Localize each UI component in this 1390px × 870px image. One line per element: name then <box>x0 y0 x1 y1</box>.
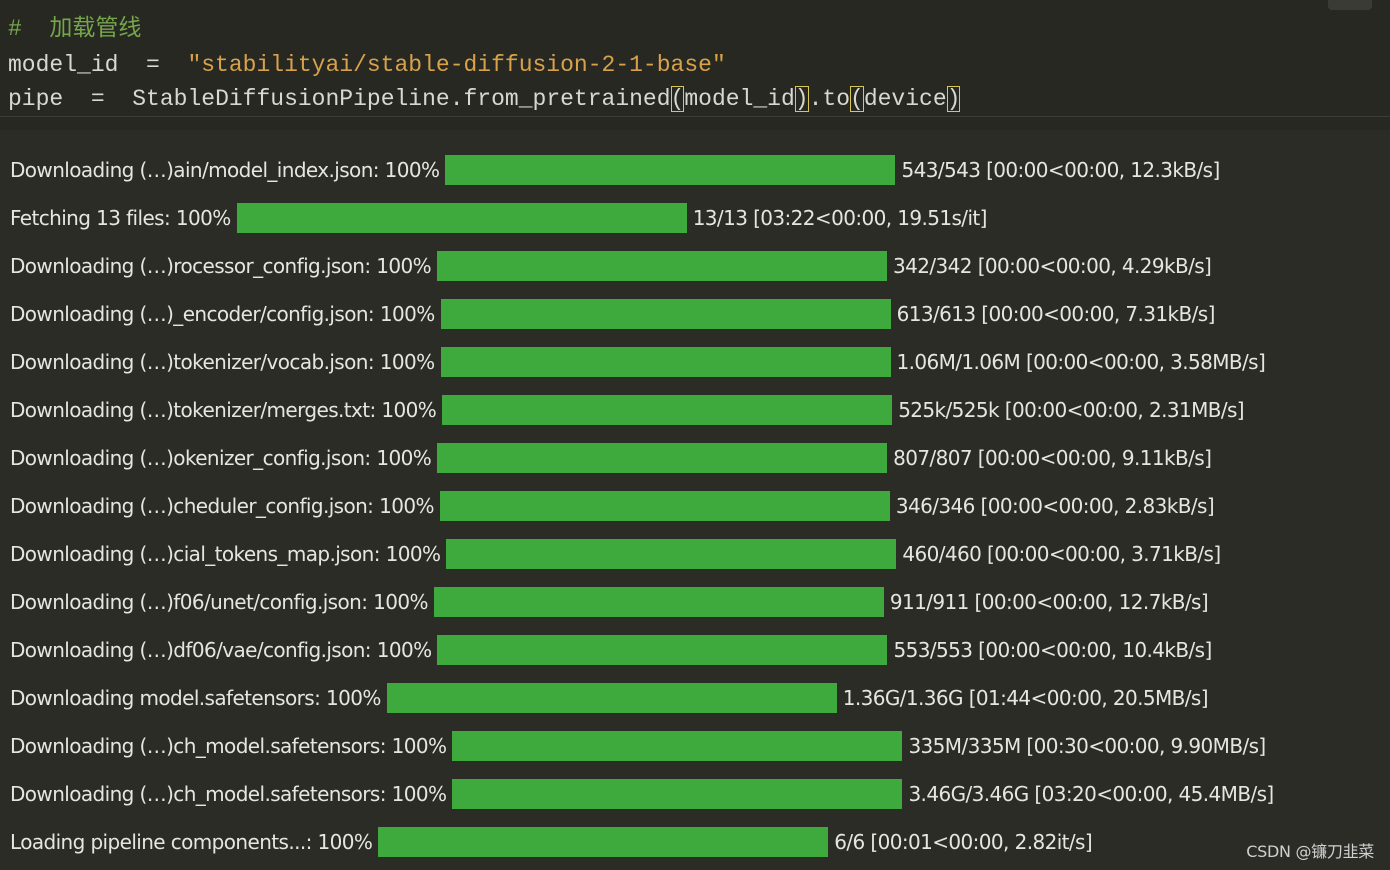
progress-stats: 613/613 [00:00<00:00, 7.31kB/s] <box>896 302 1216 326</box>
code-model-id-line: model_id = "stabilityai/stable-diffusion… <box>8 50 726 80</box>
progress-row: Downloading (…)tokenizer/vocab.json: 100… <box>10 346 1266 378</box>
model-id-string: "stabilityai/stable-diffusion-2-1-base" <box>187 52 726 78</box>
progress-bar-fill <box>440 347 891 377</box>
progress-row: Downloading (…)rocessor_config.json: 100… <box>10 250 1212 282</box>
progress-stats: 3.46G/3.46G [03:20<00:00, 45.4MB/s] <box>908 782 1274 806</box>
progress-bar <box>378 827 829 857</box>
progress-bar-fill <box>386 683 837 713</box>
progress-bar <box>439 491 890 521</box>
progress-row: Downloading model.safetensors: 100% 1.36G… <box>10 682 1209 714</box>
progress-label: Downloading (…)cheduler_config.json: 100… <box>10 494 434 518</box>
progress-label: Downloading (…)ch_model.safetensors: 100… <box>10 734 447 758</box>
progress-bar <box>445 155 896 185</box>
progress-stats: 6/6 [00:01<00:00, 2.82it/s] <box>834 830 1093 854</box>
progress-bar <box>437 443 888 473</box>
progress-stats: 335M/335M [00:30<00:00, 9.90MB/s] <box>908 734 1266 758</box>
progress-bar-fill <box>236 203 687 233</box>
progress-bar <box>437 251 888 281</box>
progress-bar-fill <box>452 731 903 761</box>
progress-row: Downloading (…)ch_model.safetensors: 100… <box>10 778 1274 810</box>
progress-bar-fill <box>437 443 888 473</box>
paren-open: ( <box>670 86 685 112</box>
progress-label: Downloading (…)okenizer_config.json: 100… <box>10 446 432 470</box>
paren-close: ) <box>794 86 809 112</box>
code-pipe-line: pipe = StableDiffusionPipeline.from_pret… <box>8 84 960 114</box>
progress-bar-fill <box>446 539 897 569</box>
progress-stats: 346/346 [00:00<00:00, 2.83kB/s] <box>895 494 1215 518</box>
to-paren-open: ( <box>850 86 864 112</box>
progress-row: Downloading (…)cial_tokens_map.json: 100… <box>10 538 1221 570</box>
progress-bar-fill <box>445 155 896 185</box>
progress-label: Downloading (…)cial_tokens_map.json: 100… <box>10 542 441 566</box>
progress-label: Downloading (…)tokenizer/vocab.json: 100… <box>10 350 435 374</box>
progress-bar <box>440 347 891 377</box>
assign-operator: = <box>146 52 160 78</box>
progress-stats: 13/13 [03:22<00:00, 19.51s/it] <box>692 206 988 230</box>
progress-label: Downloading model.safetensors: 100% <box>10 686 381 710</box>
progress-bar-fill <box>433 587 884 617</box>
progress-stats: 460/460 [00:00<00:00, 3.71kB/s] <box>902 542 1221 566</box>
progress-stats: 543/543 [00:00<00:00, 12.3kB/s] <box>901 158 1220 182</box>
progress-bar-fill <box>440 299 891 329</box>
progress-label: Downloading (…)rocessor_config.json: 100… <box>10 254 432 278</box>
progress-stats: 911/911 [00:00<00:00, 12.7kB/s] <box>889 590 1209 614</box>
progress-label: Fetching 13 files: 100% <box>10 206 231 230</box>
progress-stats: 807/807 [00:00<00:00, 9.11kB/s] <box>893 446 1212 470</box>
progress-label: Downloading (…)tokenizer/merges.txt: 100… <box>10 398 437 422</box>
progress-bar <box>442 395 893 425</box>
progress-row: Downloading (…)f06/unet/config.json: 100… <box>10 586 1209 618</box>
to-method: .to <box>808 86 851 112</box>
pipe-variable: pipe <box>8 86 64 112</box>
progress-row: Downloading (…)df06/vae/config.json: 100… <box>10 634 1212 666</box>
progress-stats: 342/342 [00:00<00:00, 4.29kB/s] <box>893 254 1212 278</box>
progress-row: Downloading (…)cheduler_config.json: 100… <box>10 490 1215 522</box>
progress-bar <box>433 587 884 617</box>
code-cell-divider <box>0 116 1390 117</box>
progress-row: Downloading (…)ain/model_index.json: 100… <box>10 154 1220 186</box>
progress-stats: 1.36G/1.36G [01:44<00:00, 20.5MB/s] <box>842 686 1209 710</box>
progress-label: Downloading (…)f06/unet/config.json: 100… <box>10 590 428 614</box>
progress-bar-fill <box>378 827 829 857</box>
progress-label: Loading pipeline components...: 100% <box>10 830 373 854</box>
watermark: CSDN @镰刀韭菜 <box>1246 842 1374 861</box>
progress-stats: 525k/525k [00:00<00:00, 2.31MB/s] <box>898 398 1245 422</box>
code-comment-line: # 加载管线 <box>8 14 141 44</box>
progress-bar <box>386 683 837 713</box>
progress-bar <box>452 731 903 761</box>
progress-row: Downloading (…)ch_model.safetensors: 100… <box>10 730 1266 762</box>
progress-bar-fill <box>439 491 890 521</box>
to-arg: device <box>863 86 947 112</box>
progress-bar <box>440 299 891 329</box>
progress-label: Downloading (…)_encoder/config.json: 100… <box>10 302 435 326</box>
progress-row: Downloading (…)_encoder/config.json: 100… <box>10 298 1215 330</box>
pipeline-call-arg: model_id <box>684 86 795 112</box>
progress-row: Downloading (…)okenizer_config.json: 100… <box>10 442 1212 474</box>
progress-bar <box>236 203 687 233</box>
pipe-assign-operator: = <box>90 86 105 112</box>
cell-toolbar-tab[interactable] <box>1328 0 1372 10</box>
progress-row: Loading pipeline components...: 100% 6/6 … <box>10 826 1093 858</box>
progress-label: Downloading (…)ain/model_index.json: 100… <box>10 158 440 182</box>
progress-bar-fill <box>437 635 888 665</box>
progress-row: Downloading (…)tokenizer/merges.txt: 100… <box>10 394 1245 426</box>
progress-bar-fill <box>442 395 893 425</box>
progress-stats: 553/553 [00:00<00:00, 10.4kB/s] <box>893 638 1212 662</box>
progress-bar-fill <box>452 779 903 809</box>
progress-bar <box>452 779 903 809</box>
progress-stats: 1.06M/1.06M [00:00<00:00, 3.58MB/s] <box>896 350 1266 374</box>
progress-row: Fetching 13 files: 100% 13/13 [03:22<00:0… <box>10 202 987 234</box>
cell-output-area: Downloading (…)ain/model_index.json: 100… <box>0 136 1390 870</box>
progress-bar <box>446 539 897 569</box>
code-comment: # 加载管线 <box>8 16 142 42</box>
model-id-variable: model_id <box>8 52 119 78</box>
progress-label: Downloading (…)ch_model.safetensors: 100… <box>10 782 447 806</box>
progress-label: Downloading (…)df06/vae/config.json: 100… <box>10 638 432 662</box>
progress-bar-fill <box>437 251 888 281</box>
progress-bar <box>437 635 888 665</box>
to-paren-close: ) <box>946 86 961 112</box>
pipeline-call: StableDiffusionPipeline.from_pretrained <box>132 86 671 112</box>
code-cell[interactable]: # 加载管线 model_id = "stabilityai/stable-di… <box>0 0 1390 130</box>
